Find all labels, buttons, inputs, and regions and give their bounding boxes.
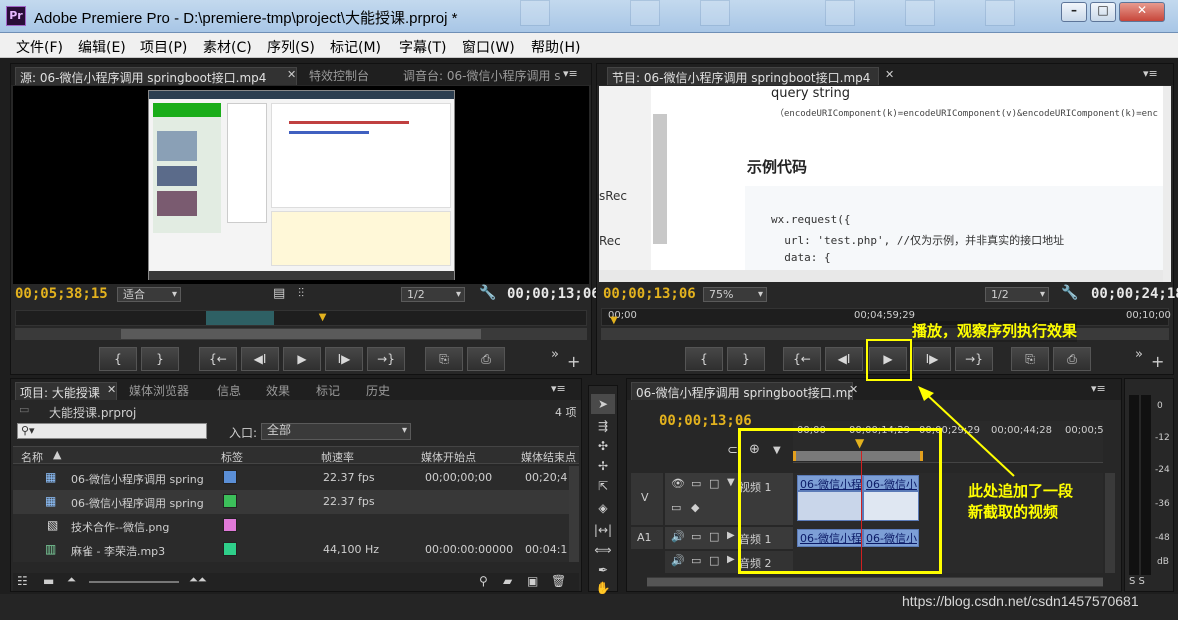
annotation-arrow [918, 386, 1015, 477]
watermark: https://blog.csdn.net/csdn1457570681 [902, 593, 1139, 609]
arrow-line [923, 391, 1015, 477]
